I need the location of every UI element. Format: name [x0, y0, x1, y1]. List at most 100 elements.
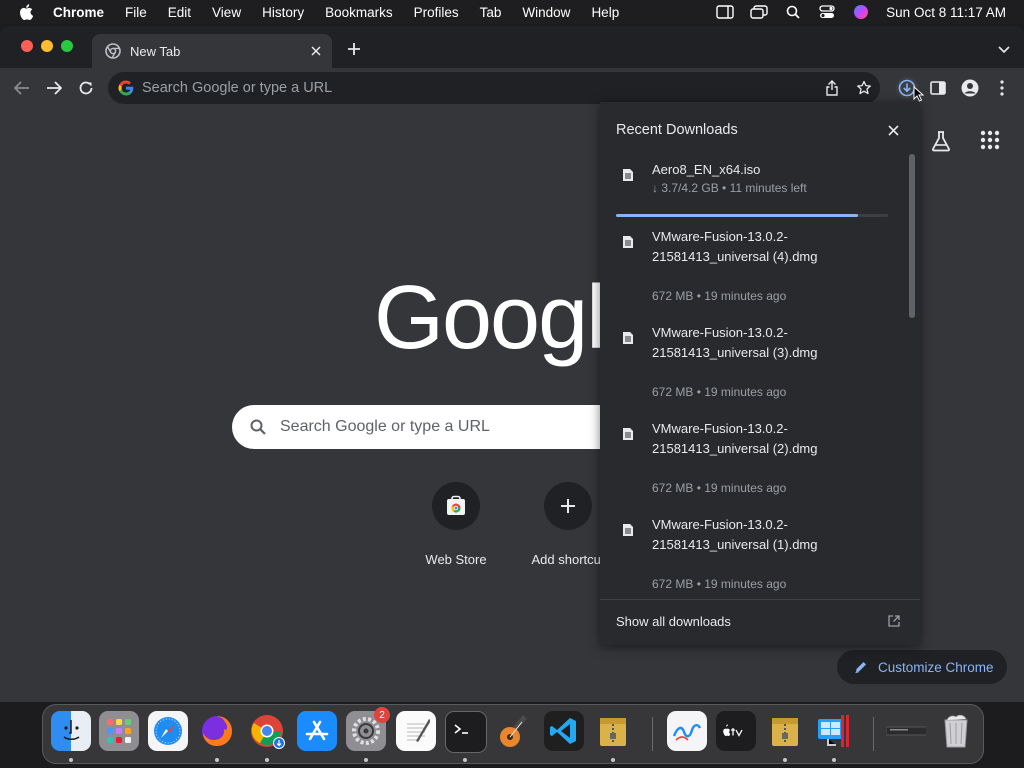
control-center-icon[interactable] [810, 5, 844, 19]
download-file-name: VMware-Fusion-13.0.2-21581413_universal … [652, 517, 818, 552]
more-menu-icon[interactable] [992, 78, 1012, 98]
download-progress-bar [616, 214, 888, 217]
window-minimize-button[interactable] [41, 40, 53, 52]
download-item[interactable]: VMware-Fusion-13.0.2-21581413_universal … [600, 515, 900, 599]
window-close-button[interactable] [21, 40, 33, 52]
menu-file[interactable]: File [125, 5, 147, 20]
running-indicator [611, 758, 615, 762]
vscode-icon[interactable] [544, 711, 584, 751]
back-arrow-icon[interactable] [13, 79, 31, 97]
download-item[interactable]: Aero8_EN_x64.iso ↓ 3.7/4.2 GB • 11 minut… [600, 160, 900, 217]
tab-title: New Tab [130, 43, 181, 59]
download-item[interactable]: VMware-Fusion-13.0.2-21581413_universal … [600, 323, 900, 413]
dock: 2 [42, 704, 984, 764]
download-status: 672 MB • 19 minutes ago [652, 289, 787, 303]
app-store-icon[interactable] [297, 711, 337, 751]
google-g-icon [118, 80, 134, 96]
archive-utility-icon[interactable] [593, 711, 633, 751]
menu-clock[interactable]: Sun Oct 8 11:17 AM [886, 5, 1006, 20]
new-tab-plus-icon[interactable] [345, 40, 363, 58]
forward-arrow-icon[interactable] [45, 79, 63, 97]
profile-avatar-icon[interactable] [960, 78, 980, 98]
menu-window[interactable]: Window [522, 5, 570, 20]
external-link-icon [888, 614, 900, 632]
downloads-panel: Recent Downloads Aero8_EN_x64.iso ↓ 3.7/… [600, 102, 920, 645]
window-zoom-button[interactable] [61, 40, 73, 52]
download-status: 672 MB • 19 minutes ago [652, 577, 787, 591]
download-item[interactable]: VMware-Fusion-13.0.2-21581413_universal … [600, 227, 900, 317]
download-item[interactable]: VMware-Fusion-13.0.2-21581413_universal … [600, 419, 900, 509]
minimized-window-icon[interactable] [886, 711, 926, 751]
tab-new-tab[interactable]: New Tab [92, 34, 332, 68]
safari-icon[interactable] [148, 711, 188, 751]
trash-icon[interactable] [936, 711, 976, 751]
download-file-name: VMware-Fusion-13.0.2-21581413_universal … [652, 325, 818, 360]
apple-tv-icon[interactable] [716, 711, 756, 751]
web-store-icon [432, 482, 480, 530]
file-icon [622, 235, 634, 254]
address-bar-placeholder: Search Google or type a URL [142, 80, 333, 96]
scrollbar-thumb[interactable] [909, 154, 915, 318]
file-icon [622, 168, 634, 187]
menu-view[interactable]: View [212, 5, 241, 20]
download-status: ↓ 3.7/4.2 GB • 11 minutes left [652, 181, 807, 195]
share-icon[interactable] [824, 80, 840, 96]
apple-icon[interactable] [19, 4, 35, 20]
running-indicator [832, 758, 836, 762]
stage-manager-icon[interactable] [708, 5, 742, 19]
notification-badge: 2 [374, 707, 390, 723]
menu-edit[interactable]: Edit [168, 5, 191, 20]
menu-help[interactable]: Help [591, 5, 619, 20]
show-all-downloads-label: Show all downloads [616, 614, 731, 629]
system-settings-icon[interactable]: 2 [346, 707, 390, 751]
siri-icon[interactable] [844, 4, 878, 20]
labs-flask-icon[interactable] [930, 130, 952, 157]
downloads-title: Recent Downloads [616, 122, 738, 138]
address-bar[interactable]: Search Google or type a URL [108, 72, 880, 104]
screen-mirroring-icon[interactable] [742, 5, 776, 19]
close-icon[interactable] [886, 123, 900, 137]
freeform-icon[interactable] [667, 711, 707, 751]
menu-profiles[interactable]: Profiles [414, 5, 459, 20]
download-status: 672 MB • 19 minutes ago [652, 385, 787, 399]
running-indicator [215, 758, 219, 762]
ntp-search-placeholder: Search Google or type a URL [280, 418, 490, 435]
download-progress-fill [616, 214, 859, 217]
side-panel-icon[interactable] [928, 78, 948, 98]
garageband-icon[interactable] [494, 711, 534, 751]
spotlight-search-icon[interactable] [776, 5, 810, 19]
bookmark-star-icon[interactable] [856, 80, 872, 96]
download-file-name: VMware-Fusion-13.0.2-21581413_universal … [652, 229, 818, 264]
shortcut-web-store[interactable]: Web Store [406, 482, 506, 567]
chrome-favicon-icon [105, 43, 121, 59]
archive-utility-2-icon[interactable] [765, 711, 805, 751]
pencil-icon [854, 660, 868, 674]
search-icon [250, 419, 266, 435]
menu-bookmarks[interactable]: Bookmarks [325, 5, 393, 20]
google-apps-grid-icon[interactable] [980, 130, 1000, 155]
menu-app-name[interactable]: Chrome [53, 5, 104, 20]
show-all-downloads-row[interactable]: Show all downloads [600, 599, 920, 646]
textedit-icon[interactable] [396, 711, 436, 751]
tab-search-chevron-icon[interactable] [998, 41, 1010, 59]
chrome-icon[interactable] [247, 711, 287, 751]
running-indicator [364, 758, 368, 762]
tab-strip: New Tab [0, 26, 1024, 68]
running-indicator [265, 758, 269, 762]
tab-close-icon[interactable] [308, 43, 324, 59]
terminal-icon[interactable] [445, 711, 487, 753]
firefox-icon[interactable] [197, 711, 237, 751]
file-icon [622, 523, 634, 542]
reload-icon[interactable] [77, 79, 95, 97]
menu-history[interactable]: History [262, 5, 304, 20]
menu-tab[interactable]: Tab [480, 5, 502, 20]
file-icon [622, 427, 634, 446]
finder-icon[interactable] [51, 711, 91, 751]
shortcut-label: Web Store [425, 552, 487, 567]
launchpad-icon[interactable] [99, 711, 139, 751]
dock-separator [873, 717, 874, 751]
downloads-scrollbar[interactable] [908, 152, 916, 599]
parallels-desktop-icon[interactable] [814, 711, 854, 751]
download-file-name: VMware-Fusion-13.0.2-21581413_universal … [652, 421, 818, 456]
customize-chrome-button[interactable]: Customize Chrome [837, 650, 1007, 684]
